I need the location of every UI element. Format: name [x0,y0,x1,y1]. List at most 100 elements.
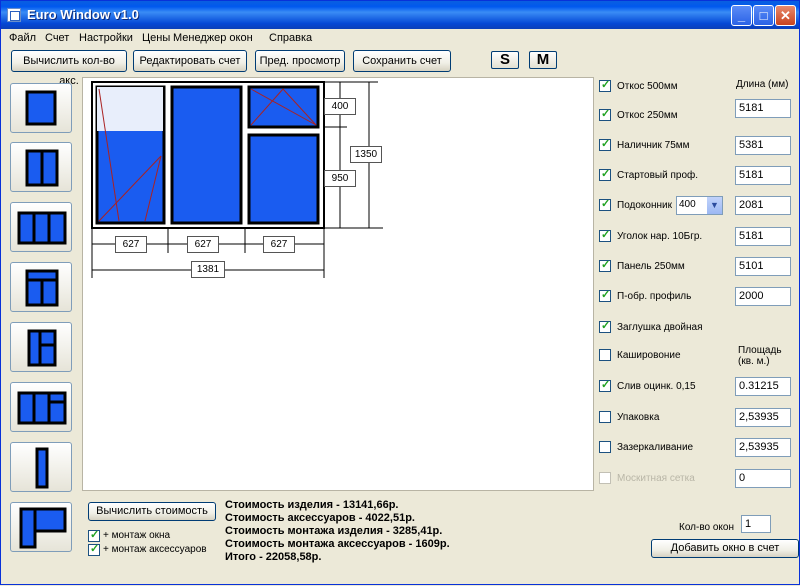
p-profile-checkbox[interactable] [599,288,611,302]
panel-label: Панель 250мм [617,261,685,272]
zaglushka-checkbox[interactable] [599,319,611,333]
start-profile-checkbox[interactable] [599,167,611,181]
cost-install-item: Стоимость монтажа изделия - 3285,41р. [225,525,443,537]
calc-accessories-button[interactable]: Вычислить кол-во акс. [11,50,127,87]
zazerkalivanie-field[interactable]: 2,53935 [735,438,791,457]
podokonnik-checkbox[interactable] [599,197,611,211]
podokonnik-label: Подоконник [617,200,672,211]
shape-narrow-button[interactable] [10,442,72,492]
row-nalichnik: Наличник 75мм 5381 [599,136,799,156]
nalichnik-label: Наличник 75мм [617,140,690,151]
ugolok-label: Уголок нар. 10Бгр. [617,231,703,242]
upakovka-field[interactable]: 2,53935 [735,408,791,427]
shape-double-sash-button[interactable] [10,142,72,192]
menu-prices[interactable]: Цены [142,32,170,44]
dim-total-height: 1350 [350,146,382,163]
triple-transom-icon [17,391,67,425]
sliv-label: Слив оцинк. 0,15 [617,381,696,392]
edit-bill-button[interactable]: Редактировать счет [133,50,247,72]
row-sliv: Слив оцинк. 0,15 0.31215 [599,377,799,397]
bottom-panel: Вычислить стоимость + монтаж окна + монт… [81,493,800,586]
narrow-sash-icon [35,447,49,489]
p-profile-field[interactable]: 2000 [735,287,791,306]
nalichnik-checkbox[interactable] [599,137,611,151]
total-cost: Итого - 22058,58р. [225,551,322,563]
dim-top-height: 400 [324,98,356,115]
save-bill-button[interactable]: Сохранить счет [353,50,451,72]
dim-width-2: 627 [187,236,219,253]
menu-file[interactable]: Файл [9,32,36,44]
dim-width-1: 627 [115,236,147,253]
row-zazerkalivanie: Зазеркаливание 2,53935 [599,438,799,458]
row-kashirovanie: Кашировоние [599,346,799,366]
triple-sash-icon [17,211,67,245]
podokonnik-select-value: 400 [679,199,696,210]
install-window-checkbox[interactable] [88,528,100,542]
panel-checkbox[interactable] [599,258,611,272]
toolbar: Вычислить кол-во акс. Редактировать счет… [1,48,799,87]
window-title: Euro Window v1.0 [27,7,139,22]
zaglushka-label: Заглушка двойная [617,322,703,333]
otkos-500-label: Откос 500мм [617,81,678,92]
install-acc-checkbox[interactable] [88,542,100,556]
shape-triple-sash-button[interactable] [10,202,72,252]
zazerkalivanie-checkbox[interactable] [599,441,611,453]
row-p-profile: П-обр. профиль 2000 [599,287,799,307]
close-button[interactable]: ✕ [775,5,796,26]
ugolok-checkbox[interactable] [599,228,611,242]
menu-settings[interactable]: Настройки [79,32,133,44]
m-button[interactable]: M [529,51,557,69]
otkos-250-checkbox[interactable] [599,107,611,121]
kashirovanie-label: Кашировоние [617,350,681,361]
maximize-button[interactable]: □ [753,5,774,26]
cost-accessories: Стоимость аксессуаров - 4022,51р. [225,512,415,524]
row-zaglushka: Заглушка двойная [599,318,799,338]
row-ugolok: Уголок нар. 10Бгр. 5181 [599,227,799,247]
moskit-field[interactable]: 0 [735,469,791,488]
start-profile-label: Стартовый проф. [617,170,699,181]
menu-window-manager[interactable]: Менеджер окон [173,32,253,44]
app-icon [7,8,21,22]
s-button[interactable]: S [491,51,519,69]
menu-help[interactable]: Справка [269,32,312,44]
ugolok-field[interactable]: 5181 [735,227,791,246]
otkos-250-field[interactable]: 5181 [735,99,791,118]
panel-field[interactable]: 5101 [735,257,791,276]
zazerkalivanie-label: Зазеркаливание [617,442,694,453]
start-profile-field[interactable]: 5181 [735,166,791,185]
calc-cost-button[interactable]: Вычислить стоимость [88,502,216,521]
menu-bill[interactable]: Счет [45,32,69,44]
split-side-icon [27,329,57,367]
window-drawing [91,81,383,278]
add-window-to-bill-button[interactable]: Добавить окно в счет [651,539,799,558]
qty-field[interactable]: 1 [741,515,771,533]
row-upakovka: Упаковка 2,53935 [599,408,799,428]
otkos-250-label: Откос 250мм [617,110,678,121]
kashirovanie-checkbox[interactable] [599,349,611,361]
shape-balcony-button[interactable] [10,502,72,552]
row-moskit: Москитная сетка 0 [599,469,799,489]
shape-transom-double-button[interactable] [10,262,72,312]
transom-double-icon [25,269,59,307]
sliv-checkbox[interactable] [599,378,611,392]
drawing-canvas[interactable]: 400 950 1350 627 627 627 1381 [82,77,594,491]
p-profile-label: П-обр. профиль [617,291,692,302]
chevron-down-icon[interactable]: ▼ [707,197,722,214]
app-window: Euro Window v1.0 _ □ ✕ Файл Счет Настрой… [0,0,800,585]
upakovka-checkbox[interactable] [599,411,611,423]
podokonnik-field[interactable]: 2081 [735,196,791,215]
podokonnik-select[interactable]: 400 ▼ [676,196,723,215]
shape-single-sash-button[interactable] [10,83,72,133]
row-otkos-250: Откос 250мм 5181 [599,99,799,121]
install-window-label: + монтаж окна [103,530,171,541]
shape-split-side-button[interactable] [10,322,72,372]
otkos-500-checkbox[interactable] [599,78,611,92]
shape-panel [1,74,81,584]
menu-bar: Файл Счет Настройки Цены Менеджер окон С… [1,29,799,47]
shape-triple-transom-button[interactable] [10,382,72,432]
nalichnik-field[interactable]: 5381 [735,136,791,155]
dim-total-width: 1381 [191,261,225,278]
minimize-button[interactable]: _ [731,5,752,26]
sliv-field[interactable]: 0.31215 [735,377,791,396]
preview-button[interactable]: Пред. просмотр [255,50,345,72]
